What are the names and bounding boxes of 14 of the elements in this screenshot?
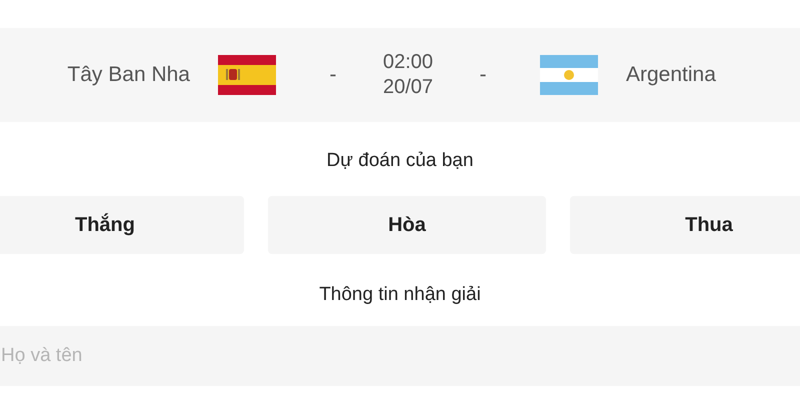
flag-icon — [540, 55, 598, 95]
team-name: Tây Ban Nha — [67, 63, 190, 87]
section-title: Dự đoán của bạn — [326, 150, 474, 173]
prediction-option[interactable]: Thua — [570, 196, 800, 254]
separator: - — [478, 63, 488, 87]
name-field[interactable]: Họ và tên — [0, 326, 800, 386]
separator: - — [328, 63, 338, 87]
flag-icon — [218, 55, 276, 95]
prediction-option[interactable]: Hòa — [268, 196, 546, 254]
match-date: 20/07 — [382, 75, 434, 100]
match-time: 02:00 — [382, 50, 434, 75]
team-name: Argentina — [626, 63, 716, 87]
prediction-option[interactable]: Thắng — [0, 196, 244, 254]
section-title: Thông tin nhận giải — [318, 284, 482, 307]
